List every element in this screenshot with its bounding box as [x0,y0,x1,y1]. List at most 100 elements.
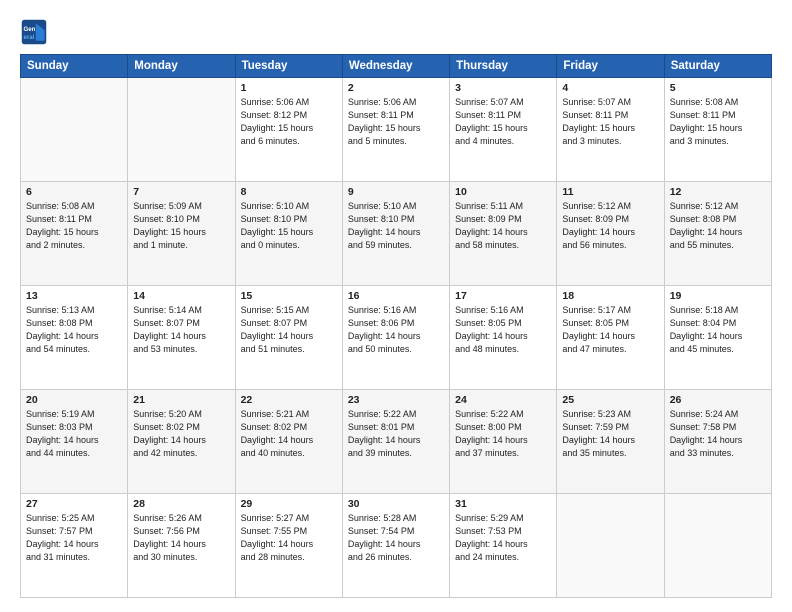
cell-daylight-info: Sunrise: 5:28 AM Sunset: 7:54 PM Dayligh… [348,512,444,564]
cell-daylight-info: Sunrise: 5:08 AM Sunset: 8:11 PM Dayligh… [670,96,766,148]
calendar-cell: 4 Sunrise: 5:07 AM Sunset: 8:11 PM Daylig… [557,78,664,182]
cell-day-number: 26 [670,394,766,406]
calendar-cell: 17 Sunrise: 5:16 AM Sunset: 8:05 PM Dayli… [450,286,557,390]
cell-daylight-info: Sunrise: 5:21 AM Sunset: 8:02 PM Dayligh… [241,408,337,460]
calendar-week-row: 1 Sunrise: 5:06 AM Sunset: 8:12 PM Daylig… [21,78,772,182]
cell-day-number: 12 [670,186,766,198]
cell-day-number: 16 [348,290,444,302]
calendar-cell: 13 Sunrise: 5:13 AM Sunset: 8:08 PM Dayli… [21,286,128,390]
cell-day-number: 3 [455,82,551,94]
cell-day-number: 17 [455,290,551,302]
calendar-cell: 15Sunrise: 5:15 AM Sunset: 8:07 PM Dayli… [235,286,342,390]
calendar-cell: 7 Sunrise: 5:09 AM Sunset: 8:10 PM Daylig… [128,182,235,286]
calendar-cell: 9Sunrise: 5:10 AM Sunset: 8:10 PM Daylig… [342,182,449,286]
calendar-cell: 16 Sunrise: 5:16 AM Sunset: 8:06 PM Dayli… [342,286,449,390]
cell-day-number: 23 [348,394,444,406]
weekday-tuesday: Tuesday [235,55,342,78]
calendar-cell: 22 Sunrise: 5:21 AM Sunset: 8:02 PM Dayli… [235,390,342,494]
cell-day-number: 19 [670,290,766,302]
calendar-cell: 3 Sunrise: 5:07 AM Sunset: 8:11 PM Daylig… [450,78,557,182]
logo: Gen eral [20,18,52,46]
weekday-friday: Friday [557,55,664,78]
calendar-cell: 25 Sunrise: 5:23 AM Sunset: 7:59 PM Dayli… [557,390,664,494]
calendar-cell: 8 Sunrise: 5:10 AM Sunset: 8:10 PM Daylig… [235,182,342,286]
cell-daylight-info: Sunrise: 5:23 AM Sunset: 7:59 PM Dayligh… [562,408,658,460]
cell-day-number: 14 [133,290,229,302]
cell-daylight-info: Sunrise: 5:18 AM Sunset: 8:04 PM Dayligh… [670,304,766,356]
cell-daylight-info: Sunrise: 5:07 AM Sunset: 8:11 PM Dayligh… [455,96,551,148]
calendar-cell: 11 Sunrise: 5:12 AM Sunset: 8:09 PM Dayli… [557,182,664,286]
calendar-cell: 31Sunrise: 5:29 AM Sunset: 7:53 PM Dayli… [450,494,557,598]
cell-day-number: 7 [133,186,229,198]
cell-daylight-info: Sunrise: 5:09 AM Sunset: 8:10 PM Dayligh… [133,200,229,252]
calendar-cell: 30 Sunrise: 5:28 AM Sunset: 7:54 PM Dayli… [342,494,449,598]
calendar-week-row: 20Sunrise: 5:19 AM Sunset: 8:03 PM Dayli… [21,390,772,494]
svg-text:eral: eral [24,34,35,41]
weekday-monday: Monday [128,55,235,78]
cell-day-number: 24 [455,394,551,406]
calendar-cell [21,78,128,182]
cell-day-number: 13 [26,290,122,302]
cell-day-number: 22 [241,394,337,406]
cell-daylight-info: Sunrise: 5:22 AM Sunset: 8:01 PM Dayligh… [348,408,444,460]
cell-daylight-info: Sunrise: 5:19 AM Sunset: 8:03 PM Dayligh… [26,408,122,460]
calendar-cell [557,494,664,598]
cell-day-number: 28 [133,498,229,510]
cell-daylight-info: Sunrise: 5:29 AM Sunset: 7:53 PM Dayligh… [455,512,551,564]
calendar-cell: 23 Sunrise: 5:22 AM Sunset: 8:01 PM Dayli… [342,390,449,494]
cell-day-number: 11 [562,186,658,198]
svg-text:Gen: Gen [24,26,36,33]
cell-day-number: 21 [133,394,229,406]
calendar-week-row: 6 Sunrise: 5:08 AM Sunset: 8:11 PM Daylig… [21,182,772,286]
cell-daylight-info: Sunrise: 5:07 AM Sunset: 8:11 PM Dayligh… [562,96,658,148]
cell-daylight-info: Sunrise: 5:27 AM Sunset: 7:55 PM Dayligh… [241,512,337,564]
cell-daylight-info: Sunrise: 5:17 AM Sunset: 8:05 PM Dayligh… [562,304,658,356]
calendar-week-row: 13 Sunrise: 5:13 AM Sunset: 8:08 PM Dayli… [21,286,772,390]
cell-daylight-info: Sunrise: 5:06 AM Sunset: 8:12 PM Dayligh… [241,96,337,148]
cell-day-number: 30 [348,498,444,510]
cell-daylight-info: Sunrise: 5:13 AM Sunset: 8:08 PM Dayligh… [26,304,122,356]
cell-daylight-info: Sunrise: 5:24 AM Sunset: 7:58 PM Dayligh… [670,408,766,460]
calendar-cell: 29Sunrise: 5:27 AM Sunset: 7:55 PM Dayli… [235,494,342,598]
cell-daylight-info: Sunrise: 5:16 AM Sunset: 8:06 PM Dayligh… [348,304,444,356]
calendar-cell: 12Sunrise: 5:12 AM Sunset: 8:08 PM Dayli… [664,182,771,286]
cell-daylight-info: Sunrise: 5:20 AM Sunset: 8:02 PM Dayligh… [133,408,229,460]
cell-day-number: 4 [562,82,658,94]
cell-daylight-info: Sunrise: 5:10 AM Sunset: 8:10 PM Dayligh… [241,200,337,252]
cell-day-number: 25 [562,394,658,406]
cell-daylight-info: Sunrise: 5:25 AM Sunset: 7:57 PM Dayligh… [26,512,122,564]
cell-daylight-info: Sunrise: 5:14 AM Sunset: 8:07 PM Dayligh… [133,304,229,356]
cell-daylight-info: Sunrise: 5:11 AM Sunset: 8:09 PM Dayligh… [455,200,551,252]
cell-daylight-info: Sunrise: 5:08 AM Sunset: 8:11 PM Dayligh… [26,200,122,252]
calendar-cell: 19 Sunrise: 5:18 AM Sunset: 8:04 PM Dayli… [664,286,771,390]
cell-day-number: 5 [670,82,766,94]
cell-day-number: 6 [26,186,122,198]
calendar-cell: 24 Sunrise: 5:22 AM Sunset: 8:00 PM Dayli… [450,390,557,494]
calendar-cell [664,494,771,598]
calendar-week-row: 27 Sunrise: 5:25 AM Sunset: 7:57 PM Dayli… [21,494,772,598]
cell-daylight-info: Sunrise: 5:16 AM Sunset: 8:05 PM Dayligh… [455,304,551,356]
calendar-cell: 18Sunrise: 5:17 AM Sunset: 8:05 PM Dayli… [557,286,664,390]
calendar-cell: 21 Sunrise: 5:20 AM Sunset: 8:02 PM Dayli… [128,390,235,494]
cell-day-number: 9 [348,186,444,198]
header: Gen eral [20,18,772,46]
calendar-cell: 2Sunrise: 5:06 AM Sunset: 8:11 PM Daylig… [342,78,449,182]
page: Gen eral SundayMondayTuesdayWednesdayThu… [0,0,792,612]
cell-daylight-info: Sunrise: 5:06 AM Sunset: 8:11 PM Dayligh… [348,96,444,148]
calendar-cell [128,78,235,182]
cell-day-number: 8 [241,186,337,198]
cell-daylight-info: Sunrise: 5:12 AM Sunset: 8:09 PM Dayligh… [562,200,658,252]
weekday-saturday: Saturday [664,55,771,78]
calendar-cell: 26 Sunrise: 5:24 AM Sunset: 7:58 PM Dayli… [664,390,771,494]
cell-daylight-info: Sunrise: 5:22 AM Sunset: 8:00 PM Dayligh… [455,408,551,460]
calendar-cell: 1 Sunrise: 5:06 AM Sunset: 8:12 PM Daylig… [235,78,342,182]
cell-day-number: 27 [26,498,122,510]
calendar-cell: 14 Sunrise: 5:14 AM Sunset: 8:07 PM Dayli… [128,286,235,390]
cell-day-number: 1 [241,82,337,94]
cell-day-number: 10 [455,186,551,198]
calendar-cell: 27 Sunrise: 5:25 AM Sunset: 7:57 PM Dayli… [21,494,128,598]
calendar-cell: 6 Sunrise: 5:08 AM Sunset: 8:11 PM Daylig… [21,182,128,286]
calendar-cell: 28 Sunrise: 5:26 AM Sunset: 7:56 PM Dayli… [128,494,235,598]
cell-daylight-info: Sunrise: 5:26 AM Sunset: 7:56 PM Dayligh… [133,512,229,564]
cell-day-number: 15 [241,290,337,302]
